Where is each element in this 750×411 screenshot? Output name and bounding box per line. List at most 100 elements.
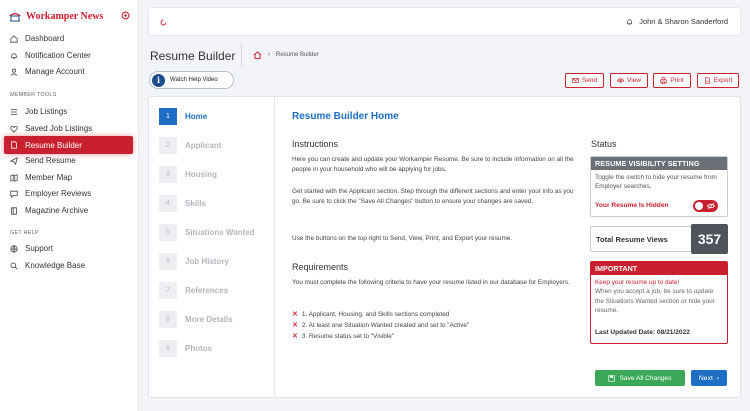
next-button[interactable]: Next ›	[691, 370, 727, 386]
divider	[241, 44, 242, 67]
globe-icon	[10, 244, 18, 253]
step-label: Job History	[185, 257, 230, 266]
requirement-text: 1. Applicant, Housing, and Skills sectio…	[301, 310, 450, 318]
sidebar-item-job-listings[interactable]: Job Listings	[4, 104, 133, 119]
status-title: Status	[591, 139, 617, 149]
save-icon	[608, 374, 616, 382]
book-icon	[11, 206, 17, 215]
print-button[interactable]: Print	[653, 73, 691, 88]
bell-icon[interactable]	[626, 18, 633, 26]
step-number: 5	[159, 224, 177, 241]
sidebar-item-label: Saved Job Listings	[25, 124, 93, 133]
print-label: Print	[670, 77, 684, 84]
step-number: 4	[159, 195, 177, 212]
step-photos[interactable]: 9 Photos	[159, 340, 212, 357]
sidebar-item-manage-account[interactable]: Manage Account	[4, 64, 133, 79]
requirement-item: ✕ 2. At least one Situation Wanted creat…	[292, 321, 470, 330]
info-icon: i	[152, 73, 165, 87]
sidebar-item-label: Send Resume	[25, 156, 76, 165]
step-references[interactable]: 7 References	[159, 282, 228, 299]
step-housing[interactable]: 3 Housing	[159, 166, 217, 183]
instructions-title: Instructions	[292, 139, 339, 149]
step-number: 2	[159, 137, 177, 154]
requirement-text: 2. At least one Situation Wanted created…	[301, 321, 470, 329]
search-icon	[10, 262, 18, 270]
instructions-paragraph: Use the buttons on the top right to Send…	[292, 235, 513, 242]
user-name[interactable]: John & Sharon Sanderford	[639, 17, 728, 26]
sidebar-item-saved-job-listings[interactable]: Saved Job Listings	[4, 121, 133, 136]
step-job-history[interactable]: 6 Job History	[159, 253, 229, 270]
sidebar-item-support[interactable]: Support	[4, 241, 133, 256]
envelope-icon	[572, 78, 579, 83]
step-navigation: 1 Home 2 Applicant 3 Housing 4 Skills 5 …	[148, 96, 275, 398]
important-line: Keep your resume up to date!	[595, 279, 680, 286]
breadcrumb-current: Resume Builder	[276, 52, 319, 58]
home-icon[interactable]	[253, 51, 262, 59]
step-label: Photos	[185, 344, 213, 353]
step-label: Situations Wanted	[185, 228, 255, 237]
help-button-label: Watch Help Video	[170, 77, 218, 83]
step-label: Home	[185, 112, 208, 121]
sidebar-item-knowledge-base[interactable]: Knowledge Base	[4, 258, 133, 273]
view-button[interactable]: View	[610, 73, 648, 88]
sidebar-item-label: Manage Account	[25, 67, 85, 76]
printer-icon	[660, 77, 667, 84]
total-views-count: 357	[691, 224, 728, 254]
sidebar-section-get-help: GET HELP	[10, 230, 39, 236]
important-line: When you accept a job, be sure to update…	[595, 288, 715, 314]
menu-toggle-icon[interactable]	[160, 19, 167, 26]
sidebar-item-resume-builder[interactable]: Resume Builder	[4, 136, 133, 154]
eye-slash-icon	[707, 202, 715, 210]
sidebar: Workamper News Dashboard Notification Ce…	[0, 0, 139, 411]
visibility-panel: RESUME VISIBILITY SETTING Toggle the swi…	[590, 156, 728, 217]
visibility-toggle[interactable]	[693, 200, 718, 212]
logo-mark-icon	[9, 13, 21, 22]
step-applicant[interactable]: 2 Applicant	[159, 137, 221, 154]
chevron-right-icon: ›	[268, 52, 270, 58]
next-label: Next	[698, 374, 713, 382]
sidebar-item-label: Magazine Archive	[25, 206, 89, 215]
step-label: More Details	[185, 315, 233, 324]
step-number: 3	[159, 166, 177, 183]
sidebar-item-employer-reviews[interactable]: Employer Reviews	[4, 186, 133, 201]
logo[interactable]: Workamper News	[8, 10, 103, 22]
step-situations-wanted[interactable]: 5 Situations Wanted	[159, 224, 254, 241]
important-header: IMPORTANT	[591, 262, 727, 275]
user-menu[interactable]: John & Sharon Sanderford	[626, 17, 728, 26]
sidebar-item-label: Knowledge Base	[25, 261, 86, 270]
last-updated-date: Last Updated Date: 08/21/2022	[595, 329, 690, 336]
x-mark-icon: ✕	[292, 333, 298, 340]
visibility-header: RESUME VISIBILITY SETTING	[591, 157, 727, 170]
export-button[interactable]: Export	[697, 73, 739, 88]
step-home[interactable]: 1 Home	[159, 108, 207, 125]
x-mark-icon: ✕	[292, 322, 298, 329]
watch-help-video-button[interactable]: i Watch Help Video	[149, 71, 234, 89]
sidebar-item-send-resume[interactable]: Send Resume	[4, 153, 133, 168]
step-number: 8	[159, 311, 177, 328]
important-body: Keep your resume up to date! When you ac…	[591, 275, 727, 318]
step-label: Skills	[185, 199, 206, 208]
send-button[interactable]: Send	[565, 73, 604, 88]
total-views-label: Total Resume Views	[590, 226, 692, 252]
step-skills[interactable]: 4 Skills	[159, 195, 206, 212]
view-label: View	[627, 77, 641, 84]
power-icon[interactable]	[121, 11, 130, 20]
visibility-text: Toggle the switch to hide your resume fr…	[595, 174, 717, 190]
list-icon	[10, 108, 18, 115]
sidebar-item-member-map[interactable]: Member Map	[4, 170, 133, 185]
step-label: Housing	[185, 170, 217, 179]
x-mark-icon: ✕	[292, 311, 298, 318]
breadcrumb: › Resume Builder	[253, 51, 319, 59]
sidebar-item-magazine-archive[interactable]: Magazine Archive	[4, 203, 133, 218]
sidebar-item-label: Employer Reviews	[25, 189, 92, 198]
save-all-changes-button[interactable]: Save All Changes	[595, 370, 685, 386]
step-more-details[interactable]: 8 More Details	[159, 311, 233, 328]
sidebar-item-label: Job Listings	[25, 107, 68, 116]
eye-icon	[617, 78, 624, 83]
user-icon	[10, 68, 18, 76]
bell-icon	[11, 52, 17, 59]
map-icon	[10, 173, 18, 182]
sidebar-item-notification-center[interactable]: Notification Center	[4, 48, 133, 63]
sidebar-section-member-tools: MEMBER TOOLS	[10, 92, 57, 98]
sidebar-item-dashboard[interactable]: Dashboard	[4, 31, 133, 46]
